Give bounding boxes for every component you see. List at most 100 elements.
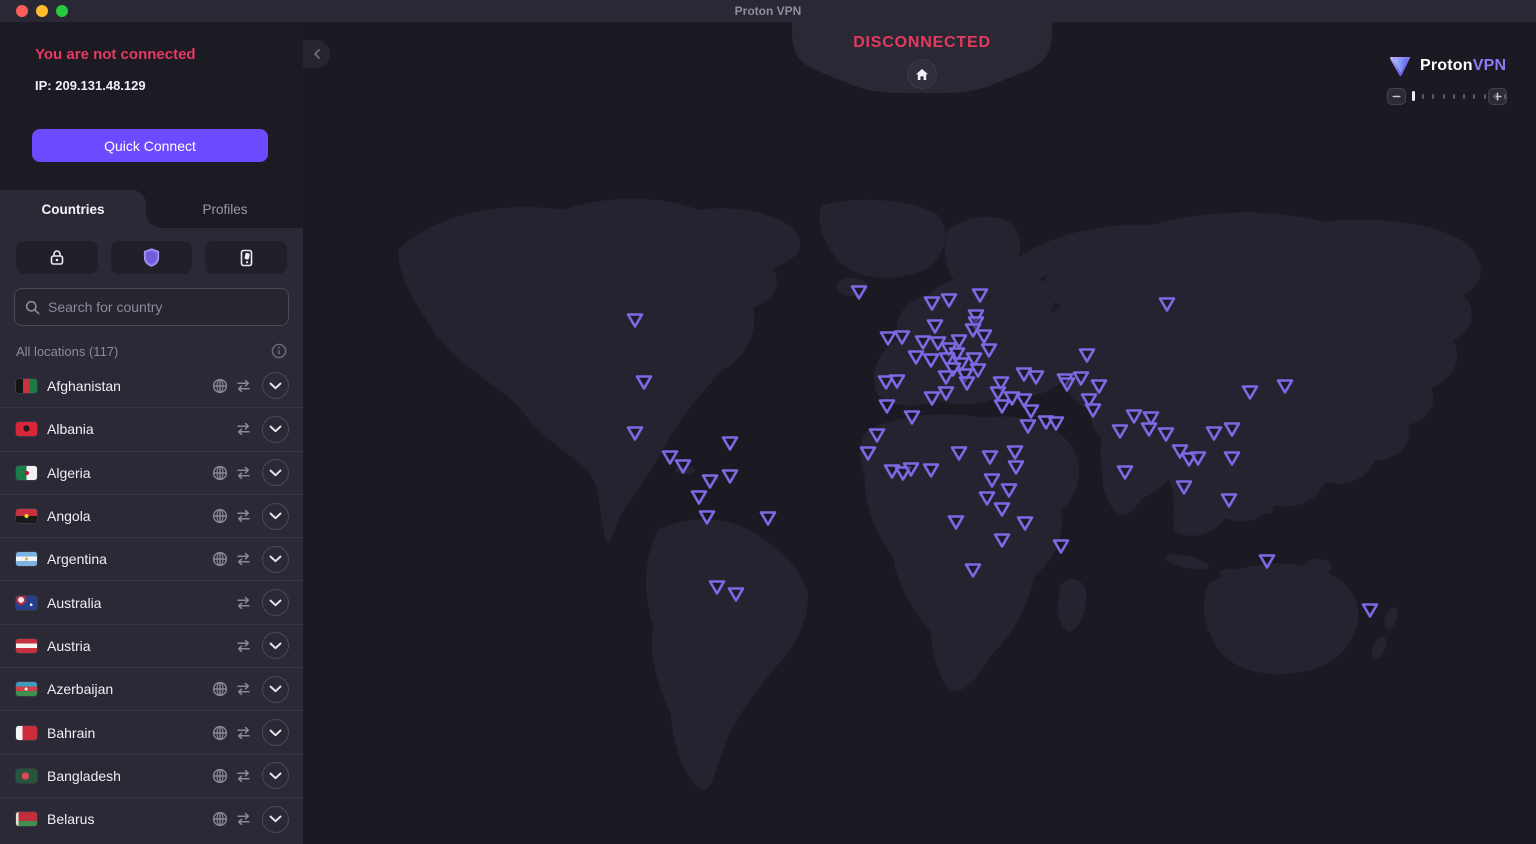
titlebar: Proton VPN [0,0,1536,22]
server-location-marker[interactable] [881,333,895,345]
switch-icon [239,249,254,267]
expand-country-button[interactable] [262,676,289,703]
expand-country-button[interactable] [262,546,289,573]
server-location-marker[interactable] [1024,406,1038,418]
country-flag-icon [16,682,37,696]
app-logo: ProtonVPN [1388,54,1506,78]
not-connected-message: You are not connected [35,46,196,63]
country-name: Albania [47,421,235,437]
smart-routing-globe-icon [212,508,228,524]
server-location-marker[interactable] [761,513,775,525]
expand-country-button[interactable] [262,372,289,399]
server-location-marker[interactable] [880,401,894,413]
country-flag-icon [16,422,37,436]
country-flag-icon [16,509,37,523]
netshield-button[interactable] [111,241,193,274]
smart-routing-globe-icon [212,725,228,741]
window-title: Proton VPN [735,4,802,18]
chevron-left-icon [313,49,321,59]
smart-routing-globe-icon [212,811,228,827]
tab-profiles[interactable]: Profiles [160,190,290,228]
minimize-window-button[interactable] [36,5,48,17]
country-name: Azerbaijan [47,681,212,697]
country-row-azerbaijan[interactable]: Azerbaijan [0,667,303,710]
smart-routing-globe-icon [212,465,228,481]
zoom-slider-tick [1432,94,1434,99]
p2p-arrows-icon [235,379,252,393]
server-location-marker[interactable] [663,452,677,464]
country-row-austria[interactable]: Austria [0,624,303,667]
zoom-slider-thumb[interactable] [1412,91,1415,101]
country-flag-icon [16,812,37,826]
quick-connect-button[interactable]: Quick Connect [32,129,268,162]
search-icon [25,300,40,315]
country-flag-icon [16,466,37,480]
smart-routing-globe-icon [212,681,228,697]
zoom-slider[interactable] [1412,90,1482,102]
server-location-marker[interactable] [703,476,717,488]
country-row-albania[interactable]: Albania [0,407,303,450]
country-name: Australia [47,595,235,611]
close-window-button[interactable] [16,5,28,17]
p2p-arrows-icon [235,769,252,783]
chevron-down-icon [269,685,282,693]
server-location-marker[interactable] [1049,418,1063,430]
server-location-marker[interactable] [723,471,737,483]
country-row-argentina[interactable]: Argentina [0,537,303,580]
maximize-window-button[interactable] [56,5,68,17]
kill-switch-button[interactable] [205,241,287,274]
country-name: Bangladesh [47,768,212,784]
zoom-slider-tick [1453,94,1455,99]
country-flag-icon [16,596,37,610]
expand-country-button[interactable] [262,719,289,746]
p2p-arrows-icon [235,466,252,480]
country-row-bahrain[interactable]: Bahrain [0,710,303,753]
chevron-down-icon [269,815,282,823]
info-icon[interactable] [271,343,287,359]
country-flag-icon [16,552,37,566]
country-name: Belarus [47,811,212,827]
shield-icon [143,248,160,267]
chevron-down-icon [269,555,282,563]
collapse-sidebar-button[interactable] [303,40,330,68]
map-home-button[interactable] [907,59,937,89]
search-input[interactable] [48,299,278,315]
server-location-marker[interactable] [692,492,706,504]
tab-fillet [146,214,160,228]
expand-country-button[interactable] [262,806,289,833]
expand-country-button[interactable] [262,632,289,659]
country-row-belarus[interactable]: Belarus [0,797,303,840]
zoom-slider-tick [1494,94,1496,99]
country-row-bangladesh[interactable]: Bangladesh [0,754,303,797]
country-row-angola[interactable]: Angola [0,494,303,537]
home-icon [915,68,929,81]
secure-core-button[interactable] [16,241,98,274]
p2p-arrows-icon [235,726,252,740]
expand-country-button[interactable] [262,589,289,616]
zoom-out-button[interactable] [1387,88,1406,105]
all-locations-label: All locations (117) [16,344,118,359]
country-name: Angola [47,508,212,524]
server-location-marker[interactable] [1054,541,1068,553]
server-location-marker[interactable] [1363,605,1377,617]
server-location-marker[interactable] [995,401,1009,413]
smart-routing-globe-icon [212,768,228,784]
expand-country-button[interactable] [262,416,289,443]
logo-wordmark: ProtonVPN [1420,57,1506,75]
country-flag-icon [16,379,37,393]
lock-icon [49,249,65,266]
tab-countries[interactable]: Countries [0,190,146,228]
server-location-marker[interactable] [723,438,737,450]
map-continents [398,199,1481,791]
expand-country-button[interactable] [262,503,289,530]
country-row-algeria[interactable]: Algeria [0,451,303,494]
smart-routing-globe-icon [212,551,228,567]
map-zoom-control [1387,87,1507,105]
expand-country-button[interactable] [262,762,289,789]
country-row-australia[interactable]: Australia [0,580,303,623]
server-location-marker[interactable] [852,287,866,299]
country-row-afghanistan[interactable]: Afghanistan [0,364,303,407]
chevron-down-icon [269,382,282,390]
expand-country-button[interactable] [262,459,289,486]
chevron-down-icon [269,772,282,780]
